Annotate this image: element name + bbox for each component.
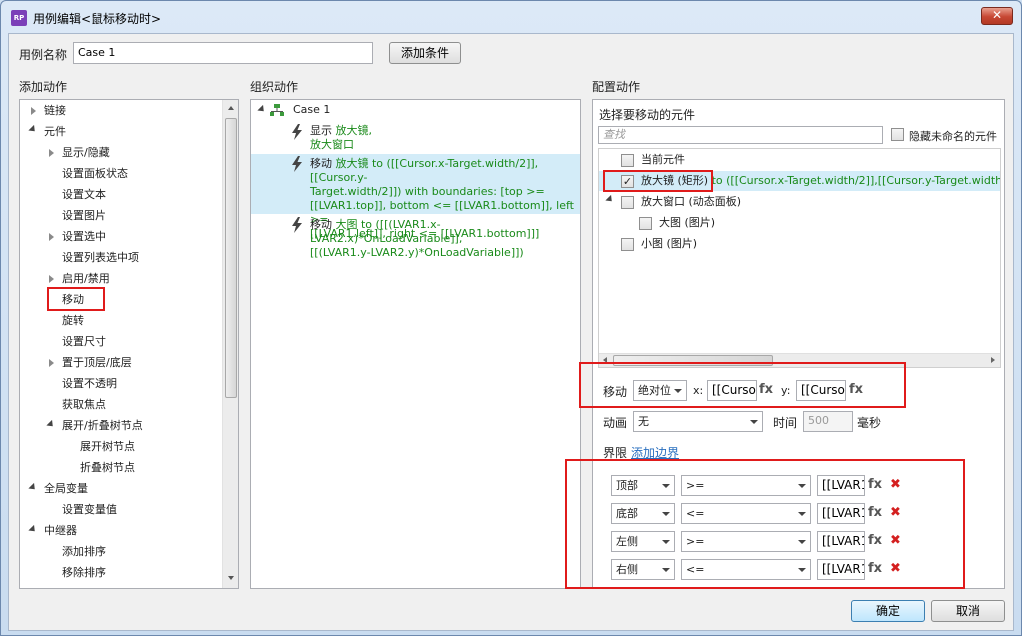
action-verb: 移动	[310, 218, 332, 231]
scroll-right-icon[interactable]	[991, 357, 995, 363]
tree-item-repeater[interactable]: 中继器	[44, 522, 77, 540]
expand-icon[interactable]	[49, 233, 54, 241]
widget-checkbox[interactable]	[621, 154, 634, 167]
tree-item-collapse-node[interactable]: 折叠树节点	[80, 459, 135, 477]
tree-item-set-opacity[interactable]: 设置不透明	[62, 375, 117, 393]
action-detail: to ([[(LVAR1.x-LVAR2.x)*OnLoadVariable]]…	[310, 218, 463, 245]
tree-item-set-selected[interactable]: 设置选中	[62, 228, 106, 246]
case-icon	[270, 104, 284, 116]
tree-item-bring-front-back[interactable]: 置于顶层/底层	[62, 354, 132, 372]
scroll-down-icon[interactable]	[228, 576, 234, 580]
time-label: 时间	[773, 416, 798, 430]
case-node[interactable]: Case 1	[293, 101, 330, 119]
animation-dropdown[interactable]: 无	[633, 411, 763, 432]
tree-item-set-text[interactable]: 设置文本	[62, 186, 106, 204]
action-show[interactable]: 显示 放大镜, 放大窗口	[310, 124, 372, 152]
tree-item-expand-collapse-node[interactable]: 展开/折叠树节点	[62, 417, 143, 435]
configure-action-header: 配置动作	[592, 80, 641, 94]
scroll-thumb[interactable]	[225, 118, 237, 398]
widget-search-input[interactable]: 查找	[598, 126, 883, 144]
widget-item-current[interactable]: 当前元件	[641, 151, 685, 169]
action-target: 放大镜	[335, 157, 369, 170]
tree-item-focus[interactable]: 获取焦点	[62, 396, 106, 414]
tree-item-remove-sort[interactable]: 移除排序	[62, 564, 106, 582]
highlight-move-settings	[579, 362, 906, 408]
app-icon: RP	[11, 10, 27, 26]
widget-item-big-image[interactable]: 大图 (图片)	[659, 214, 715, 232]
scroll-up-icon[interactable]	[228, 106, 234, 110]
select-widget-label: 选择要移动的元件	[599, 108, 696, 122]
ok-button[interactable]: 确定	[851, 600, 925, 622]
lightning-icon	[292, 156, 302, 172]
lightning-icon	[292, 124, 302, 140]
widget-checkbox[interactable]	[621, 238, 634, 251]
window-title: 用例编辑<鼠标移动时>	[33, 12, 162, 26]
expand-icon[interactable]	[49, 359, 54, 367]
highlight-magnifier-widget	[603, 170, 713, 192]
expand-icon[interactable]	[49, 149, 54, 157]
close-button[interactable]: ✕	[981, 7, 1013, 25]
collapse-icon[interactable]	[46, 419, 56, 430]
tree-item-add-sort[interactable]: 添加排序	[62, 543, 106, 561]
expand-icon[interactable]	[49, 275, 54, 283]
collapse-icon[interactable]	[605, 194, 615, 205]
expand-icon[interactable]	[31, 107, 36, 115]
action-move-big-image[interactable]: 移动 大图 to ([[(LVAR1.x-LVAR2.x)*OnLoadVari…	[310, 218, 580, 260]
animation-value: 无	[638, 415, 649, 428]
action-detail: [[(LVAR1.y-LVAR2.y)*OnLoadVariable]])	[310, 246, 524, 259]
add-action-header: 添加动作	[19, 80, 68, 94]
tree-item-widgets[interactable]: 元件	[44, 123, 66, 141]
add-condition-button[interactable]: 添加条件	[389, 42, 461, 64]
ms-label: 毫秒	[857, 416, 882, 430]
action-target: 放大镜,	[335, 124, 373, 137]
tree-item-set-list-selection[interactable]: 设置列表选中项	[62, 249, 139, 267]
highlight-move-item	[47, 287, 105, 311]
organize-action-tree: Case 1 显示 放大镜, 放大窗口 移动 放大镜 to ([[Cursor.…	[250, 99, 581, 589]
action-detail: Target.width/2]]) with boundaries: [top …	[310, 185, 545, 198]
title-bar[interactable]: RP 用例编辑<鼠标移动时> ✕	[1, 1, 1021, 35]
dialog-window: RP 用例编辑<鼠标移动时> ✕ 用例名称 Case 1 添加条件 添加动作 组…	[0, 0, 1022, 636]
dialog-body: 用例名称 Case 1 添加条件 添加动作 组织动作 配置动作 链接 元件 显示…	[8, 33, 1014, 631]
action-verb: 移动	[310, 157, 332, 170]
collapse-icon[interactable]	[28, 482, 38, 493]
time-input[interactable]: 500	[803, 411, 853, 432]
add-action-tree: 链接 元件 显示/隐藏 设置面板状态 设置文本 设置图片 设置选中 设置列表选中…	[19, 99, 239, 589]
widget-action-summary: to ([[Cursor.x-Target.width/2]],[[Cursor…	[711, 174, 1001, 187]
collapse-icon[interactable]	[28, 524, 38, 535]
case-name-label: 用例名称	[19, 48, 68, 62]
tree-item-set-panel-state[interactable]: 设置面板状态	[62, 165, 128, 183]
organize-action-header: 组织动作	[250, 80, 299, 94]
tree-item-set-size[interactable]: 设置尺寸	[62, 333, 106, 351]
widget-item-zoom-window[interactable]: 放大窗口 (动态面板)	[641, 193, 741, 211]
hide-unnamed-label: 隐藏未命名的元件	[909, 130, 997, 143]
widget-checkbox[interactable]	[639, 217, 652, 230]
action-verb: 显示	[310, 124, 332, 137]
tree-item-link[interactable]: 链接	[44, 102, 66, 120]
action-target: 大图	[335, 218, 358, 231]
hide-unnamed-checkbox[interactable]	[891, 128, 904, 141]
tree-item-rotate[interactable]: 旋转	[62, 312, 84, 330]
cancel-button[interactable]: 取消	[931, 600, 1005, 622]
animation-label: 动画	[603, 416, 628, 430]
collapse-icon[interactable]	[28, 124, 38, 135]
tree-item-expand-node[interactable]: 展开树节点	[80, 438, 135, 456]
tree-item-enable-disable[interactable]: 启用/禁用	[62, 270, 110, 288]
widget-item-small-image[interactable]: 小图 (图片)	[641, 235, 697, 253]
collapse-icon[interactable]	[257, 104, 267, 115]
case-name-input[interactable]: Case 1	[73, 42, 373, 64]
action-target: 放大窗口	[310, 138, 354, 151]
tree-item-show-hide[interactable]: 显示/隐藏	[62, 144, 110, 162]
tree-item-global-variables[interactable]: 全局变量	[44, 480, 88, 498]
widget-checkbox[interactable]	[621, 196, 634, 209]
left-scrollbar[interactable]	[222, 100, 238, 588]
tree-item-set-variable[interactable]: 设置变量值	[62, 501, 117, 519]
highlight-bounds	[565, 459, 965, 589]
tree-item-set-image[interactable]: 设置图片	[62, 207, 106, 225]
lightning-icon	[292, 217, 302, 233]
chevron-down-icon	[750, 420, 758, 424]
